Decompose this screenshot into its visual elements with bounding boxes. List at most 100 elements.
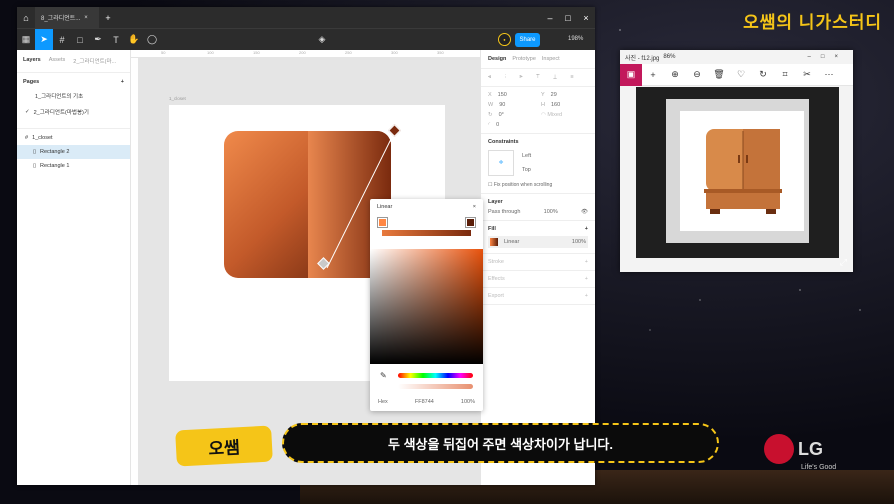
layer-label: Rectangle 1 xyxy=(40,163,70,169)
align-row[interactable]: ⫷ ⫶ ⫸ ⊤ ⊥ ≡ xyxy=(481,69,595,87)
zoom-level[interactable]: 198% xyxy=(568,36,583,42)
color-stop-end[interactable] xyxy=(465,217,476,228)
radius-field[interactable]: ◜ 0 xyxy=(488,122,535,128)
layer-frame[interactable]: #1_closet xyxy=(17,129,130,145)
new-tab-icon[interactable]: + xyxy=(99,7,117,29)
hand-tool-icon[interactable]: ✋ xyxy=(125,29,143,51)
add-page-icon[interactable]: + xyxy=(121,79,124,85)
effects-title: Effects xyxy=(488,276,505,282)
ruler-tick: 250 xyxy=(345,50,352,55)
gradient-bar[interactable] xyxy=(382,230,471,236)
gallery-icon[interactable]: ▣ xyxy=(620,63,642,86)
layer-rectangle-1[interactable]: ▯ Rectangle 1 xyxy=(17,159,130,173)
favorite-icon[interactable]: ♡ xyxy=(730,64,752,86)
w-field[interactable]: W 90 xyxy=(488,102,535,108)
file-tab[interactable]: 8_그라디언트... × xyxy=(35,7,99,28)
page-item[interactable]: 1_그라디언트의 기초 xyxy=(17,88,130,104)
tab-inspect[interactable]: Inspect xyxy=(542,56,560,62)
constraint-top[interactable]: Top xyxy=(522,163,531,177)
constraints-title: Constraints xyxy=(488,139,519,145)
main-menu-icon[interactable]: ▦ xyxy=(17,29,35,51)
gradient-type-select[interactable]: Linear xyxy=(377,204,392,210)
frame-icon: # xyxy=(25,135,29,141)
right-tabs: Design Prototype Inspect xyxy=(481,50,595,69)
color-spectrum[interactable] xyxy=(370,249,483,364)
ruler-tick: 300 xyxy=(391,50,398,55)
text-tool-icon[interactable]: T xyxy=(107,29,125,51)
hex-input[interactable]: FF8744 xyxy=(415,399,434,405)
tab-design[interactable]: Design xyxy=(488,56,506,62)
minimize-icon[interactable]: – xyxy=(541,7,559,29)
eyedropper-icon[interactable]: ✎ xyxy=(380,371,387,380)
hue-slider[interactable] xyxy=(398,373,473,378)
delete-icon[interactable]: 🗑 xyxy=(708,64,730,86)
home-icon[interactable]: ⌂ xyxy=(17,7,35,29)
frame-tool-icon[interactable]: # xyxy=(53,29,71,51)
hex-row: Hex FF8744 100% xyxy=(378,399,475,405)
layer-title: Layer xyxy=(488,199,503,205)
color-format-select[interactable]: Hex xyxy=(378,399,388,405)
lg-logo: LG Life's Good xyxy=(764,434,836,471)
export-section[interactable]: Export + xyxy=(481,288,595,305)
rotate-icon[interactable]: ↻ xyxy=(752,64,774,86)
stroke-section[interactable]: Stroke + xyxy=(481,254,595,271)
export-title: Export xyxy=(488,293,504,299)
shape-tool-icon[interactable]: □ xyxy=(71,29,89,51)
fix-label: Fix position when scrolling xyxy=(493,182,553,188)
crop-icon[interactable]: ⌗ xyxy=(774,64,796,86)
avatar[interactable]: ● xyxy=(498,33,511,46)
edit-icon[interactable]: ✂ xyxy=(796,64,818,86)
zoom-out-icon[interactable]: ⊖ xyxy=(686,64,708,86)
share-button[interactable]: Share xyxy=(515,33,540,47)
close-icon[interactable]: × xyxy=(84,15,88,21)
effects-section[interactable]: Effects + xyxy=(481,271,595,288)
fill-section: Fill + Linear 100% xyxy=(481,221,595,254)
expand-icon[interactable]: ⤢ xyxy=(840,257,847,268)
mixed-field[interactable]: ◠ Mixed xyxy=(541,112,588,118)
eye-icon[interactable]: 👁 xyxy=(581,209,588,215)
constraint-widget[interactable]: ✛ xyxy=(488,150,514,176)
pen-tool-icon[interactable]: ✒ xyxy=(89,29,107,51)
page-item-label: 1_그라디언트의 기초 xyxy=(35,94,84,100)
zoom-in-icon[interactable]: ⊕ xyxy=(664,64,686,86)
more-icon[interactable]: ⋯ xyxy=(818,64,840,86)
tab-page-name[interactable]: 2_그라디언트(마... xyxy=(73,57,116,65)
x-field[interactable]: X 150 xyxy=(488,92,535,98)
fix-position-checkbox[interactable]: ☐ Fix position when scrolling xyxy=(488,182,588,188)
tab-bar: ⌂ 8_그라디언트... × + – □ × xyxy=(17,7,595,28)
maximize-icon[interactable]: □ xyxy=(559,7,577,29)
stroke-title: Stroke xyxy=(488,259,504,265)
fill-opacity[interactable]: 100% xyxy=(572,239,586,245)
add-fill-icon[interactable]: + xyxy=(585,226,588,232)
rotation-field[interactable]: ↻ 0° xyxy=(488,112,535,118)
file-tab-label: 8_그라디언트... xyxy=(41,16,81,22)
layer-label: Rectangle 2 xyxy=(40,149,70,155)
color-stop-start[interactable] xyxy=(377,217,388,228)
picker-close-icon[interactable]: × xyxy=(473,204,476,210)
window-close-icon[interactable]: × xyxy=(577,7,595,29)
layer-rectangle-2[interactable]: ▯ Rectangle 2 xyxy=(17,145,130,159)
brand-title: 오쌤의 니가스터디 xyxy=(743,13,882,32)
alpha-slider[interactable] xyxy=(398,384,473,389)
picker-header: Linear × xyxy=(370,199,483,215)
viewer-title: 사진 - f12.jpg xyxy=(625,55,660,62)
fill-swatch[interactable] xyxy=(490,238,498,246)
fill-type[interactable]: Linear xyxy=(504,239,519,245)
tab-prototype[interactable]: Prototype xyxy=(512,56,536,62)
comment-tool-icon[interactable]: ◯ xyxy=(143,29,161,51)
ruler-tick: 50 xyxy=(161,50,166,55)
tab-assets[interactable]: Assets xyxy=(49,57,66,65)
constraint-left[interactable]: Left xyxy=(522,149,531,163)
add-icon[interactable]: + xyxy=(642,64,664,86)
component-icon[interactable]: ◈ xyxy=(313,29,331,51)
move-tool-icon[interactable]: ➤ xyxy=(35,28,53,51)
color-opacity[interactable]: 100% xyxy=(461,399,475,405)
page-item[interactable]: ✓ 2_그라디언트(마법봉)기 xyxy=(17,104,130,120)
blend-mode-select[interactable]: Pass through xyxy=(488,209,520,215)
y-field[interactable]: Y 29 xyxy=(541,92,588,98)
photo-viewer-window: 사진 - f12.jpg 86% –□× ▣ + ⊕ ⊖ 🗑 ♡ ↻ ⌗ ✂ ⋯ xyxy=(620,50,853,272)
tab-layers[interactable]: Layers xyxy=(23,57,41,65)
layer-opacity[interactable]: 100% xyxy=(544,209,558,215)
h-field[interactable]: H 160 xyxy=(541,102,588,108)
ruler-tick: 200 xyxy=(299,50,306,55)
